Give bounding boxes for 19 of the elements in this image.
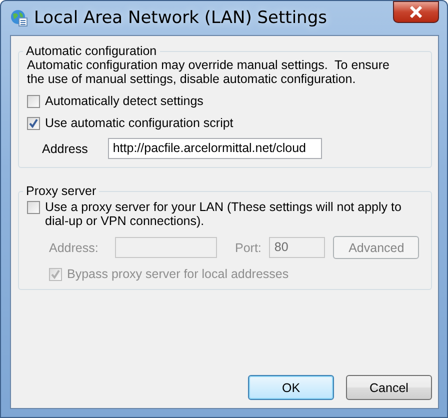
port-label: Port: <box>235 240 262 254</box>
checkbox[interactable]: Use automatic configuration script <box>27 116 423 130</box>
checkbox[interactable]: Use a proxy server for your LAN (These settings will not apply to dial-up or VPN connections). <box>27 200 423 228</box>
checkmark-icon <box>28 118 39 129</box>
close-button[interactable] <box>393 1 439 23</box>
address-field[interactable] <box>115 237 217 258</box>
dialog-button[interactable]: Cancel <box>346 375 432 400</box>
checkmark-icon <box>50 269 61 280</box>
group-title: Automatic configuration <box>25 44 158 58</box>
dialog-button[interactable]: OK <box>248 375 334 400</box>
globe-icon <box>10 9 28 27</box>
close-icon <box>409 6 423 18</box>
description-text: Automatic configuration may override manual settings. To ensure the use of manual settings, disable automatic configuration. <box>27 58 390 86</box>
window-title: Local Area Network (LAN) Settings <box>34 8 328 28</box>
checkbox[interactable]: Automatically detect settings <box>27 94 423 108</box>
group-title: Proxy server <box>25 184 98 198</box>
address-label: Address <box>42 142 88 156</box>
address-label: Address: <box>49 240 100 254</box>
address-field[interactable]: http://pacfile.arcelormittal.net/cloud <box>108 138 322 159</box>
